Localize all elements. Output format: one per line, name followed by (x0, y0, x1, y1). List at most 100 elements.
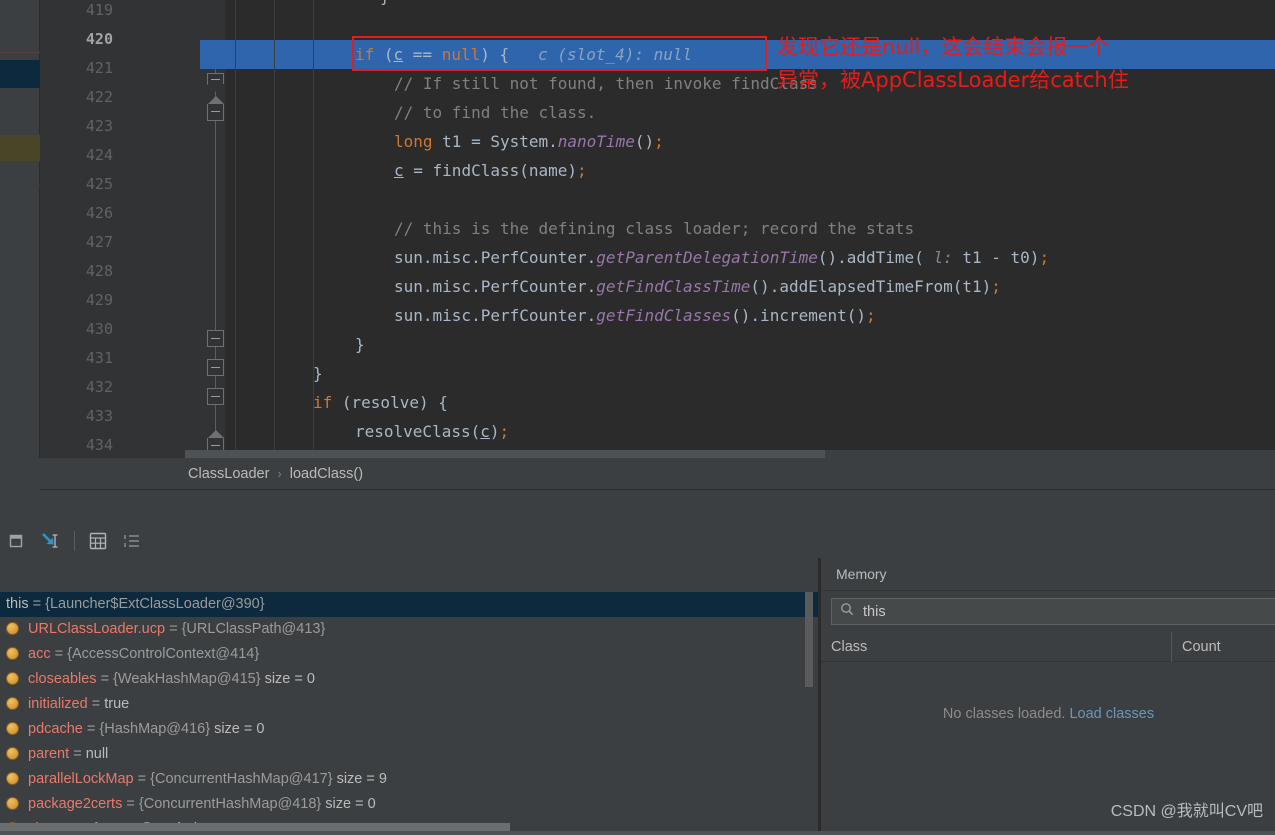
variable-value: {ConcurrentHashMap@418} (138, 796, 322, 812)
breadcrumb-left-pad (0, 458, 40, 490)
search-icon (840, 602, 854, 621)
line-number: 428 (85, 262, 113, 280)
bottom-edge-bar (0, 831, 1275, 835)
code-line-430: } (355, 335, 365, 354)
line-number: 425 (85, 175, 113, 193)
field-icon (6, 747, 19, 760)
indent-guide (235, 0, 236, 458)
breadcrumb[interactable]: ClassLoader › loadClass() (40, 458, 1275, 490)
variable-name: URLClassLoader.ucp (28, 621, 166, 637)
line-number: 422 (85, 88, 113, 106)
code-line-423: long t1 = System.nanoTime(); (394, 132, 664, 151)
variable-name: parent (28, 746, 70, 762)
column-header-count[interactable]: Count (1172, 632, 1275, 662)
variable-equals: = (32, 596, 42, 612)
variable-equals: = (54, 646, 64, 662)
line-number: 430 (85, 320, 113, 338)
variable-size: size = 9 (336, 771, 387, 787)
variable-value: true (104, 696, 130, 712)
memory-tabbar[interactable]: Memory (821, 558, 1275, 591)
panel-divider-1 (0, 52, 40, 53)
editor-gutter[interactable]: 419 420 421 422 423 424 425 426 427 428 … (40, 0, 225, 458)
code-line-420[interactable]: if (c == null) { c (slot_4): null (355, 40, 692, 69)
field-icon (6, 622, 19, 635)
line-number: 427 (85, 233, 113, 251)
field-icon (6, 672, 19, 685)
variables-vertical-scrollbar[interactable] (805, 592, 813, 824)
fold-marker-icon[interactable] (207, 359, 224, 376)
line-number: 424 (85, 146, 113, 164)
step-into-icon[interactable] (34, 524, 68, 558)
variable-equals: = (91, 696, 101, 712)
variable-value: {WeakHashMap@415} (113, 671, 261, 687)
variables-list[interactable]: this = {Launcher$ExtClassLoader@390} URL… (0, 592, 818, 824)
line-number: 432 (85, 378, 113, 396)
memory-search-input[interactable]: this (831, 598, 1275, 625)
stack-frame-icon[interactable] (0, 524, 34, 558)
panel-olive-band (0, 135, 40, 161)
left-tool-panel[interactable] (0, 0, 40, 458)
line-number: 429 (85, 291, 113, 309)
tab-memory[interactable]: Memory (836, 566, 887, 582)
fold-marker-icon[interactable] (207, 73, 225, 92)
variable-value: null (85, 746, 109, 762)
toolbar-separator (74, 531, 75, 551)
column-header-class[interactable]: Class (821, 631, 1172, 662)
variable-row-this[interactable]: this = {Launcher$ExtClassLoader@390} (0, 592, 818, 617)
line-number: 421 (85, 59, 113, 77)
variable-value: {HashMap@416} (99, 721, 211, 737)
annotation-text-line-2: 异常，被AppClassLoader给catch住 (777, 68, 1129, 92)
variable-row-pdcache[interactable]: pdcache = {HashMap@416} size = 0 (0, 717, 818, 742)
code-line-421: // If still not found, then invoke findC… (394, 74, 818, 93)
indent-guide (274, 0, 275, 458)
variable-row-closeables[interactable]: closeables = {WeakHashMap@415} size = 0 (0, 667, 818, 692)
variable-value: {ConcurrentHashMap@417} (150, 771, 333, 787)
field-icon (6, 697, 19, 710)
fold-marker-icon[interactable] (207, 388, 224, 405)
variable-row-initialized[interactable]: initialized = true (0, 692, 818, 717)
scrollbar-thumb[interactable] (805, 592, 813, 687)
code-editor[interactable]: 419 420 421 422 423 424 425 426 427 428 … (0, 0, 1275, 458)
variable-size: size = 0 (264, 671, 315, 687)
breadcrumb-item-classloader[interactable]: ClassLoader (188, 466, 269, 482)
breadcrumb-item-loadclass[interactable]: loadClass() (290, 466, 363, 482)
variable-equals: = (73, 746, 82, 762)
debugger-toolbar[interactable] (0, 524, 149, 558)
editor-horizontal-scrollbar[interactable] (185, 450, 1275, 458)
breadcrumb-separator-icon: › (277, 466, 282, 481)
memory-panel[interactable]: Memory this Class Count No classes loade… (820, 558, 1275, 835)
code-line-429: sun.misc.PerfCounter.getFindClasses().in… (394, 306, 876, 325)
variable-name: pdcache (28, 721, 83, 737)
line-number: 431 (85, 349, 113, 367)
evaluate-expression-icon[interactable] (81, 524, 115, 558)
scrollbar-thumb[interactable] (185, 450, 825, 458)
settings-icon[interactable] (115, 524, 149, 558)
variable-row-acc[interactable]: acc = {AccessControlContext@414} (0, 642, 818, 667)
load-classes-link[interactable]: Load classes (1069, 706, 1154, 722)
variable-size: size = 0 (325, 796, 376, 812)
variable-value: {Launcher$ExtClassLoader@390} (45, 596, 265, 612)
csdn-watermark: CSDN @我就叫CV吧 (1110, 803, 1263, 820)
memory-search-value: this (863, 603, 886, 620)
variable-row-parallellockmap[interactable]: parallelLockMap = {ConcurrentHashMap@417… (0, 767, 818, 792)
memory-table-header[interactable]: Class Count (821, 631, 1275, 662)
code-line-432: if (resolve) { (313, 393, 448, 412)
code-line-431: } (313, 364, 323, 383)
field-icon (6, 797, 19, 810)
variable-value: {AccessControlContext@414} (67, 646, 260, 662)
variables-panel[interactable]: this = {Launcher$ExtClassLoader@390} URL… (0, 558, 818, 835)
panel-divider-3 (0, 185, 40, 186)
field-icon (6, 772, 19, 785)
variable-equals: = (126, 796, 135, 812)
panel-selected-band (0, 60, 40, 88)
variable-name: package2certs (28, 796, 123, 812)
variable-row-ucp[interactable]: URLClassLoader.ucp = {URLClassPath@413} (0, 617, 818, 642)
debugger-panel-header (0, 490, 1275, 558)
variable-equals: = (86, 721, 96, 737)
variable-row-package2certs[interactable]: package2certs = {ConcurrentHashMap@418} … (0, 792, 818, 817)
fold-marker-up-icon[interactable] (207, 96, 224, 121)
variable-name: parallelLockMap (28, 771, 134, 787)
code-line-422: // to find the class. (394, 103, 597, 122)
variable-row-parent[interactable]: parent = null (0, 742, 818, 767)
fold-marker-icon[interactable] (207, 330, 224, 347)
